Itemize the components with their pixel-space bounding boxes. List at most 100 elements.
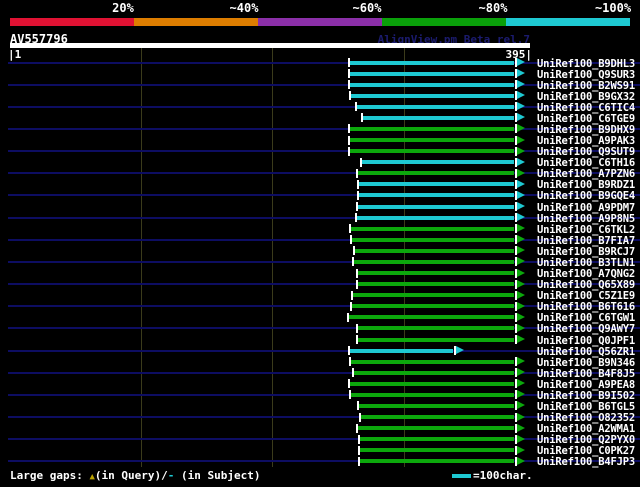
alignment-arrowhead-icon <box>517 335 525 343</box>
alignment-row: UniRef100_A9PDM7 <box>0 201 640 214</box>
alignment-bar[interactable] <box>358 282 514 287</box>
uniref-accession-label[interactable]: UniRef100_B4FJP3 <box>537 456 635 468</box>
alignment-bar[interactable] <box>350 60 514 65</box>
alignment-arrowhead-icon <box>517 445 525 454</box>
scale-swatch-100char <box>452 474 471 478</box>
alignment-bar[interactable] <box>351 226 514 231</box>
alignment-bar[interactable] <box>355 248 514 253</box>
alignment-row: UniRef100_B9RCJ7 <box>0 245 640 258</box>
alignment-bar[interactable] <box>354 370 514 375</box>
alignment-bar[interactable] <box>358 204 514 209</box>
alignment-row: UniRef100_O82352 <box>0 412 640 424</box>
alignment-row: UniRef100_B9GX32 <box>0 90 640 103</box>
alignment-row: UniRef100_B6TGL5 <box>0 400 640 413</box>
alignment-arrowhead-icon <box>517 91 525 100</box>
alignment-row: UniRef100_B9DHX9 <box>0 123 640 136</box>
alignment-arrowhead-icon <box>517 80 525 89</box>
alignment-arrowhead-icon <box>517 168 525 177</box>
alignment-arrowhead-icon <box>517 268 525 277</box>
alignment-row: UniRef100_C6TKL2 <box>0 223 640 236</box>
alignment-bar[interactable] <box>350 126 514 131</box>
alignment-row: UniRef100_A9P8N5 <box>0 212 640 225</box>
alignment-bar[interactable] <box>354 259 514 264</box>
query-ruler-bar <box>10 43 530 48</box>
alignment-bar[interactable] <box>359 403 514 408</box>
alignment-bar[interactable] <box>358 326 514 331</box>
alignment-row: UniRef100_B9DHL3 <box>0 57 640 70</box>
alignment-bar[interactable] <box>362 160 514 165</box>
alignment-bar[interactable] <box>358 337 514 342</box>
alignment-bar[interactable] <box>350 348 453 353</box>
alignment-bar[interactable] <box>350 71 514 76</box>
alignment-bar[interactable] <box>351 93 514 98</box>
identity-color-scale <box>10 18 630 26</box>
alignment-bar[interactable] <box>350 381 514 386</box>
alignment-bar[interactable] <box>350 138 514 143</box>
alignment-arrowhead-icon <box>517 157 525 166</box>
alignment-bar[interactable] <box>363 115 514 120</box>
alignment-row: UniRef100_C6TGW1 <box>0 312 640 324</box>
alignment-arrowhead-icon <box>517 456 525 465</box>
alignment-arrowhead-icon <box>517 124 525 133</box>
scale-label-100char: =100char. <box>473 469 533 482</box>
alignment-arrowhead-icon <box>517 401 525 410</box>
alignment-bar[interactable] <box>351 359 514 364</box>
alignment-bar[interactable] <box>359 193 514 198</box>
alignment-arrowhead-icon <box>517 213 525 222</box>
alignment-bar[interactable] <box>360 448 514 453</box>
alignment-arrowhead-icon <box>517 58 525 66</box>
scale-color-segment <box>506 18 630 26</box>
alignment-bar[interactable] <box>357 104 514 109</box>
alignment-bar[interactable] <box>353 293 514 298</box>
alignment-row: UniRef100_Q56ZR1 <box>0 345 640 358</box>
alignment-row: UniRef100_Q2PYX0 <box>0 434 640 446</box>
alignment-arrowhead-icon <box>517 102 525 111</box>
alignment-arrowhead-icon <box>517 312 525 321</box>
alignment-bar[interactable] <box>350 149 514 154</box>
alignment-arrowhead-icon <box>517 202 525 211</box>
alignment-row: UniRef100_C5Z1E9 <box>0 290 640 302</box>
alignment-bar[interactable] <box>361 415 514 420</box>
alignment-arrowhead-icon <box>517 423 525 432</box>
alignment-row: UniRef100_A7PZN6 <box>0 168 640 180</box>
alignment-row: UniRef100_Q0JPF1 <box>0 334 640 347</box>
alignment-row: UniRef100_C6TGE9 <box>0 112 640 125</box>
alignment-bar[interactable] <box>352 237 514 242</box>
alignment-arrowhead-icon <box>517 434 525 443</box>
alignment-bar[interactable] <box>358 426 514 431</box>
scale-percent-label: ~40% <box>229 1 259 15</box>
alignview-screen: 20% ~40% ~60% ~80% ~100% AV557796 AlignView.… <box>0 0 640 487</box>
alignment-arrowhead-icon <box>517 323 525 332</box>
alignment-bar[interactable] <box>360 459 514 464</box>
alignment-arrowhead-icon <box>517 279 525 288</box>
alignment-bar[interactable] <box>349 315 514 320</box>
alignment-bar[interactable] <box>350 82 514 87</box>
alignment-row: UniRef100_B3TLN1 <box>0 256 640 269</box>
alignment-row: UniRef100_A9PEA8 <box>0 378 640 391</box>
alignment-bar[interactable] <box>358 271 514 276</box>
alignment-row: UniRef100_B9RDZ1 <box>0 179 640 191</box>
alignment-arrowhead-icon <box>517 69 525 78</box>
alignment-arrowhead-icon <box>517 246 525 255</box>
alignment-bar[interactable] <box>358 171 514 176</box>
alignment-bar[interactable] <box>351 392 514 397</box>
scale-percent-label: ~60% <box>352 1 382 15</box>
alignment-bar[interactable] <box>359 182 514 187</box>
alignment-bar[interactable] <box>357 215 514 220</box>
alignment-row: UniRef100_B9N346 <box>0 356 640 369</box>
alignment-arrowhead-icon <box>517 190 525 199</box>
alignment-arrowhead-icon <box>517 146 525 155</box>
alignment-arrowhead-icon <box>517 135 525 144</box>
alignment-row: UniRef100_C6TH16 <box>0 157 640 169</box>
alignment-arrowhead-icon <box>517 379 525 388</box>
gap-subject-dash-icon: - <box>167 469 182 482</box>
alignment-row: UniRef100_B4F8J5 <box>0 367 640 380</box>
alignment-bar[interactable] <box>352 304 514 309</box>
alignment-row: UniRef100_A7QNG2 <box>0 268 640 280</box>
alignment-arrowhead-icon <box>517 257 525 266</box>
alignment-bar[interactable] <box>360 437 514 442</box>
alignment-row: UniRef100_B7FIA7 <box>0 234 640 247</box>
alignment-arrowhead-icon <box>517 179 525 188</box>
alignment-arrowhead-icon <box>517 412 525 421</box>
alignment-arrowhead-icon <box>517 113 525 122</box>
